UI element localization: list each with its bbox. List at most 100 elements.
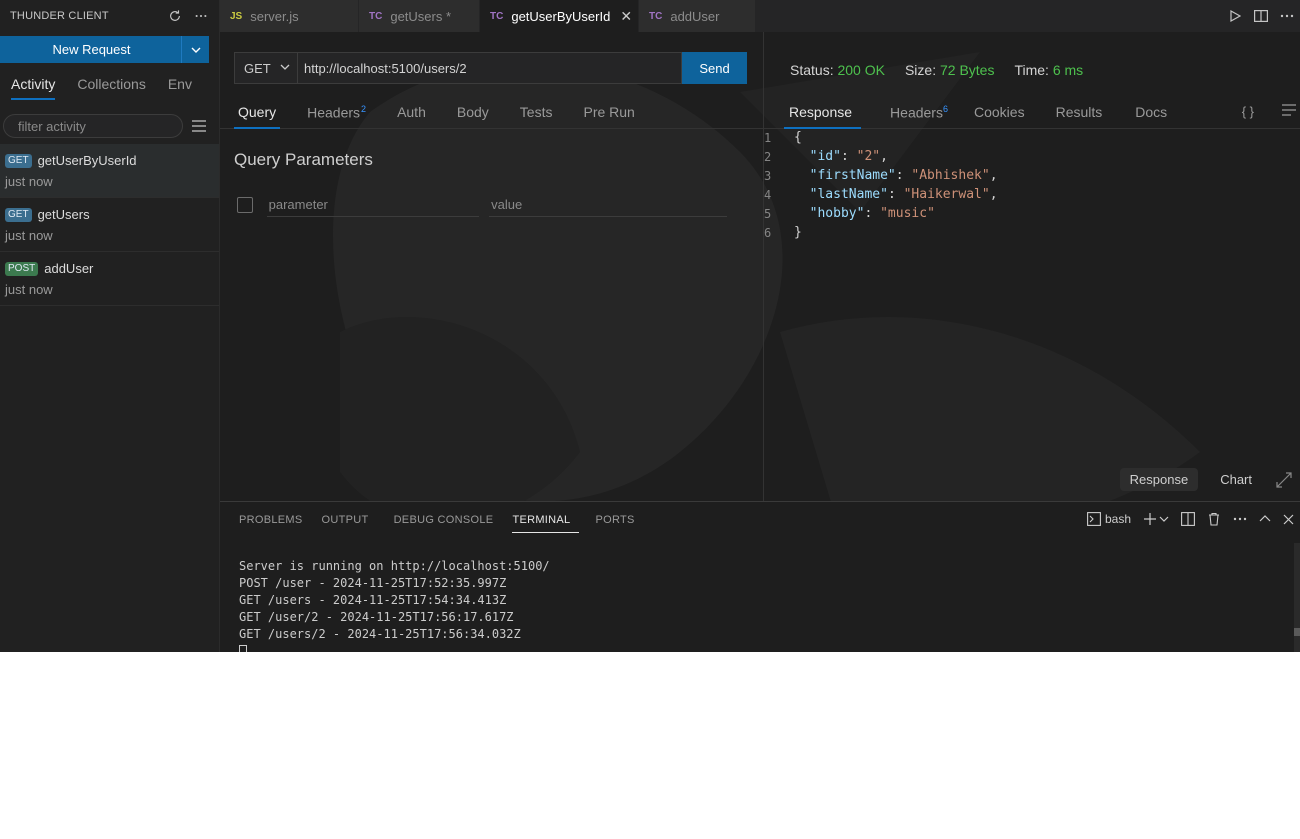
code-line: 1{ [764, 130, 802, 145]
scrollbar-thumb[interactable] [1294, 628, 1300, 636]
method-select[interactable]: GET [234, 52, 298, 84]
more-actions-icon[interactable] [193, 8, 209, 24]
tab-docs[interactable]: Docs [1115, 98, 1180, 128]
time-label: Time: [1014, 62, 1049, 78]
request-tabs: Query Headers2 Auth Body Tests Pre Run [220, 98, 763, 129]
activity-list: GET getUserByUserId just now GET getUser… [0, 144, 219, 306]
terminal-cursor [239, 645, 247, 652]
activity-time: just now [5, 282, 53, 297]
query-param-row: parameter value [237, 192, 737, 218]
response-status: Status: 200 OK Size: 72 Bytes Time: 6 ms [790, 62, 1103, 78]
trash-icon[interactable] [1207, 512, 1221, 526]
size-value: 72 Bytes [939, 62, 995, 78]
thunder-client-icon: TC [490, 10, 504, 22]
terminal-line: Server is running on http://localhost:51… [239, 559, 550, 573]
tab-add-user[interactable]: TC addUser [639, 0, 756, 32]
menu-lines-icon[interactable] [191, 118, 207, 134]
run-icon[interactable] [1222, 10, 1248, 22]
tab-problems[interactable]: PROBLEMS [220, 502, 312, 536]
tab-get-user-by-user-id[interactable]: TC getUserByUserId ✕ [480, 0, 639, 32]
panel-tabs: PROBLEMS OUTPUT DEBUG CONSOLE TERMINAL P… [220, 502, 644, 536]
method-badge: GET [5, 153, 32, 168]
sidebar-tabs: Activity Collections Env [0, 72, 219, 102]
parameter-input[interactable]: parameter [266, 194, 480, 217]
chevron-down-icon [191, 47, 200, 53]
thunder-client-icon: TC [369, 10, 383, 22]
tab-auth[interactable]: Auth [379, 98, 439, 128]
url-bar: GET http://localhost:5100/users/2 Send [234, 52, 747, 86]
tab-server-js[interactable]: JS server.js [220, 0, 359, 32]
list-item[interactable]: POST addUser just now [0, 252, 219, 306]
filter-activity-input[interactable] [3, 114, 183, 138]
code-line: 6} [764, 225, 802, 240]
tab-response-headers[interactable]: Headers6 [865, 98, 961, 128]
refresh-icon[interactable] [167, 8, 183, 24]
terminal-shell-selector[interactable]: bash [1087, 512, 1131, 526]
new-terminal-icon[interactable] [1143, 512, 1169, 526]
tab-tests[interactable]: Tests [502, 98, 566, 128]
param-checkbox[interactable] [237, 197, 253, 213]
tab-collections[interactable]: Collections [66, 72, 156, 102]
activity-name: addUser [44, 261, 94, 276]
editor-actions [1222, 0, 1300, 32]
sidebar-title: THUNDER CLIENT [10, 10, 109, 22]
tab-pre-run[interactable]: Pre Run [565, 98, 647, 128]
list-item[interactable]: GET getUserByUserId just now [0, 144, 219, 198]
wrap-lines-icon[interactable] [1282, 104, 1296, 119]
braces-icon[interactable]: { } [1242, 104, 1254, 119]
tab-ports[interactable]: PORTS [579, 502, 643, 536]
split-terminal-icon[interactable] [1181, 512, 1195, 526]
view-chart-button[interactable]: Chart [1210, 468, 1262, 491]
more-actions-icon[interactable] [1233, 517, 1247, 521]
query-parameters-title: Query Parameters [234, 150, 373, 169]
tab-headers[interactable]: Headers2 [289, 98, 379, 128]
panel-actions: bash [1075, 512, 1294, 526]
view-response-button[interactable]: Response [1119, 468, 1199, 491]
method-value: GET [244, 60, 271, 76]
new-request-button[interactable]: New Request [0, 36, 209, 63]
sidebar-header: THUNDER CLIENT [0, 0, 219, 32]
url-input[interactable]: http://localhost:5100/users/2 [298, 52, 682, 84]
response-pane: Status: 200 OK Size: 72 Bytes Time: 6 ms… [764, 32, 1300, 501]
activity-time: just now [5, 174, 53, 189]
terminal-output[interactable]: Server is running on http://localhost:51… [239, 558, 550, 652]
tab-output[interactable]: OUTPUT [312, 502, 378, 536]
code-line: 2 "id": "2", [764, 149, 888, 164]
terminal-line: GET /user/2 - 2024-11-25T17:56:17.617Z [239, 610, 514, 624]
send-button[interactable]: Send [682, 52, 747, 84]
headers-count: 6 [942, 104, 948, 114]
response-tab-icons: { } [1218, 104, 1300, 119]
more-actions-icon[interactable] [1274, 14, 1300, 18]
tab-query[interactable]: Query [220, 98, 289, 129]
maximize-panel-icon[interactable] [1259, 513, 1271, 525]
new-request-dropdown[interactable] [181, 36, 209, 63]
tab-cookies[interactable]: Cookies [961, 98, 1038, 128]
terminal-scrollbar[interactable] [1294, 543, 1300, 652]
split-editor-icon[interactable] [1248, 10, 1274, 22]
code-line: 3 "firstName": "Abhishek", [764, 168, 998, 183]
json-response: 1{ 2 "id": "2", 3 "firstName": "Abhishek… [764, 128, 998, 242]
status-label: Status: [790, 62, 834, 78]
value-input[interactable]: value [489, 194, 727, 217]
filter-row [3, 113, 215, 139]
tab-get-users[interactable]: TC getUsers * [359, 0, 480, 32]
tab-terminal[interactable]: TERMINAL [502, 502, 580, 536]
tab-response[interactable]: Response [764, 98, 865, 129]
tab-label: getUsers * [390, 8, 452, 24]
activity-name: getUsers [37, 207, 90, 222]
size-label: Size: [904, 62, 937, 78]
activity-time: just now [5, 228, 53, 243]
bottom-panel: PROBLEMS OUTPUT DEBUG CONSOLE TERMINAL P… [220, 501, 1300, 652]
tab-results[interactable]: Results [1038, 98, 1116, 128]
headers-count: 2 [361, 104, 367, 114]
tab-activity[interactable]: Activity [0, 72, 66, 102]
thunder-client-icon: TC [649, 10, 663, 22]
method-badge: POST [5, 261, 39, 276]
list-item[interactable]: GET getUsers just now [0, 198, 219, 252]
expand-icon[interactable] [1274, 470, 1294, 490]
tab-body[interactable]: Body [439, 98, 502, 128]
tab-env[interactable]: Env [157, 72, 203, 102]
close-icon[interactable]: ✕ [620, 8, 632, 25]
tab-debug-console[interactable]: DEBUG CONSOLE [378, 502, 503, 536]
close-panel-icon[interactable] [1283, 514, 1294, 525]
